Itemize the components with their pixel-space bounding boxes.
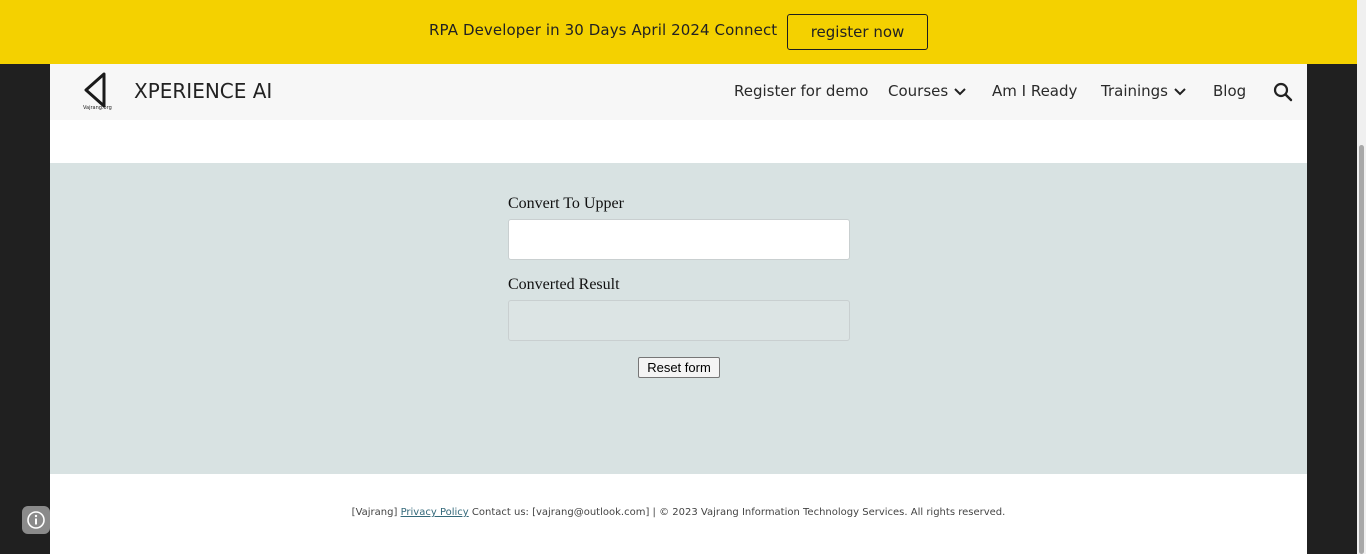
scroll-thumb[interactable] <box>1359 145 1364 554</box>
footer-suffix: Contact us: [vajrang@outlook.com] | © 20… <box>468 507 1006 518</box>
nav-trainings[interactable]: Trainings <box>1101 82 1187 100</box>
announcement-banner: RPA Developer in 30 Days April 2024 Conn… <box>0 0 1357 64</box>
logo-caption: Vajrang.org <box>83 105 112 111</box>
nav-register-for-demo[interactable]: Register for demo <box>734 82 868 100</box>
nav-label: Am I Ready <box>992 82 1078 100</box>
converted-result-field[interactable] <box>508 300 850 341</box>
chevron-down-icon <box>1174 88 1186 96</box>
banner-text: RPA Developer in 30 Days April 2024 Conn… <box>429 21 778 39</box>
convert-to-upper-input[interactable] <box>508 219 850 260</box>
nav-label: Trainings <box>1101 82 1169 100</box>
chevron-down-icon <box>954 88 966 96</box>
register-now-button[interactable]: register now <box>787 14 928 50</box>
search-icon[interactable] <box>1272 81 1294 103</box>
nav-blog[interactable]: Blog <box>1213 82 1246 100</box>
nav-label: Register for demo <box>734 82 869 100</box>
nav-label: Courses <box>888 82 949 100</box>
converter-form: Convert To Upper Converted Result Reset … <box>50 163 1307 474</box>
reset-form-button[interactable]: Reset form <box>638 357 720 378</box>
privacy-policy-link[interactable]: Privacy Policy <box>401 507 469 518</box>
result-label: Converted Result <box>508 276 620 293</box>
site-header: Vajrang.org XPERIENCE AI Register for de… <box>50 64 1307 120</box>
footer-prefix: [Vajrang] <box>351 507 401 518</box>
page-scrollbar[interactable] <box>1357 0 1366 554</box>
nav-am-i-ready[interactable]: Am I Ready <box>992 82 1077 100</box>
info-icon[interactable] <box>22 506 50 534</box>
page-body: Vajrang.org XPERIENCE AI Register for de… <box>50 64 1307 554</box>
footer: [Vajrang] Privacy Policy Contact us: [va… <box>50 507 1307 518</box>
input-label: Convert To Upper <box>508 195 624 212</box>
nav-label: Blog <box>1213 82 1247 100</box>
info-glyph-icon <box>27 511 45 529</box>
nav-courses[interactable]: Courses <box>888 82 967 100</box>
site-title[interactable]: XPERIENCE AI <box>134 79 272 103</box>
